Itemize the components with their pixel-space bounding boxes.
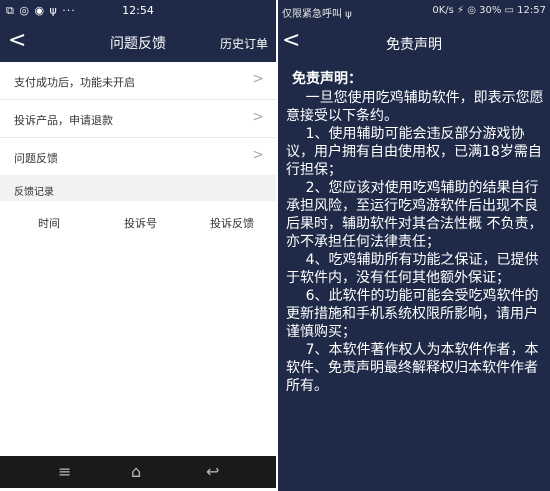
column-time: 时间 bbox=[38, 217, 60, 230]
menu-item-refund[interactable]: 投诉产品，申请退款 > bbox=[0, 100, 276, 138]
feedback-records-header: 反馈记录 bbox=[0, 175, 276, 201]
carrier-text: 仅限紧急呼叫 ψ bbox=[282, 9, 352, 20]
records-table-header: 时间 投诉号 投诉反馈 bbox=[0, 201, 276, 241]
menu-item-label: 投诉产品，申请退款 bbox=[14, 114, 113, 127]
status-time: 12:54 bbox=[122, 4, 154, 17]
menu-item-not-activated[interactable]: 支付成功后，功能未开启 > bbox=[0, 62, 276, 100]
column-complaint-feedback: 投诉反馈 bbox=[210, 217, 254, 230]
history-orders-button[interactable]: 历史订单 bbox=[220, 35, 268, 52]
chevron-right-icon: > bbox=[252, 71, 264, 87]
menu-item-label: 支付成功后，功能未开启 bbox=[14, 76, 135, 89]
disclaimer-paragraph: 4、吃鸡辅助所有功能之保证，已提供于软件内，没有任何其他额外保证； bbox=[286, 252, 539, 286]
nav-bar: < 免责声明 bbox=[278, 20, 550, 62]
status-bar: ⧉ ◎ ◉ ψ ··· 12:54 ✈ bbox=[0, 0, 550, 491]
disclaimer-paragraph: 一旦您使用吃鸡辅助软件，即表示您愿意接受以下条约。 bbox=[286, 90, 544, 124]
chevron-right-icon: > bbox=[252, 109, 264, 125]
disclaimer-paragraph: 6、此软件的功能可能会受吃鸡软件的更新措施和手机系统权限所影响，请用户谨慎购买； bbox=[286, 288, 539, 340]
chevron-right-icon: > bbox=[252, 147, 264, 163]
disclaimer-content: 免责声明： 一旦您使用吃鸡辅助软件，即表示您愿意接受以下条约。 1、使用辅助可能… bbox=[286, 70, 544, 395]
disclaimer-paragraph: 2、您应该对使用吃鸡辅助的结果自行承担风险，至运行吃鸡游软件后出现不良后果时，辅… bbox=[286, 180, 543, 250]
nav-bar: < 问题反馈 历史订单 bbox=[0, 22, 276, 62]
back-icon[interactable]: ↩ bbox=[206, 462, 219, 481]
column-complaint-id: 投诉号 bbox=[124, 217, 157, 230]
status-bar: 仅限紧急呼叫 ψ 0K/s ⚡ ◎ 30% ▭ 12:57 bbox=[278, 0, 550, 20]
section-label: 反馈记录 bbox=[14, 187, 54, 198]
right-screen: 仅限紧急呼叫 ψ 0K/s ⚡ ◎ 30% ▭ 12:57 < 免责声明 免责声… bbox=[278, 0, 550, 488]
home-icon[interactable]: ⌂ bbox=[131, 462, 141, 481]
feedback-menu: 支付成功后，功能未开启 > 投诉产品，申请退款 > 问题反馈 > bbox=[0, 62, 276, 176]
menu-item-feedback[interactable]: 问题反馈 > bbox=[0, 138, 276, 176]
menu-icon[interactable]: ≡ bbox=[58, 462, 71, 481]
disclaimer-paragraph: 1、使用辅助可能会违反部分游戏协议，用户拥有自由使用权，已满18岁需自行担保； bbox=[286, 126, 542, 178]
menu-item-label: 问题反馈 bbox=[14, 152, 58, 165]
status-right: 0K/s ⚡ ◎ 30% ▭ 12:57 bbox=[432, 5, 546, 16]
disclaimer-heading: 免责声明： bbox=[292, 71, 362, 87]
disclaimer-paragraph: 7、本软件著作权人为本软件作者，本软件、免责声明最终解释权归本软件作者所有。 bbox=[286, 342, 539, 394]
system-nav-bar: ≡ ⌂ ↩ bbox=[0, 456, 276, 488]
page-title: 免责声明 bbox=[386, 37, 442, 53]
left-screen: ⧉ ◎ ◉ ψ ··· 12:54 ✈ < 问题反馈 历史订单 支付成功后，功能… bbox=[0, 0, 550, 491]
